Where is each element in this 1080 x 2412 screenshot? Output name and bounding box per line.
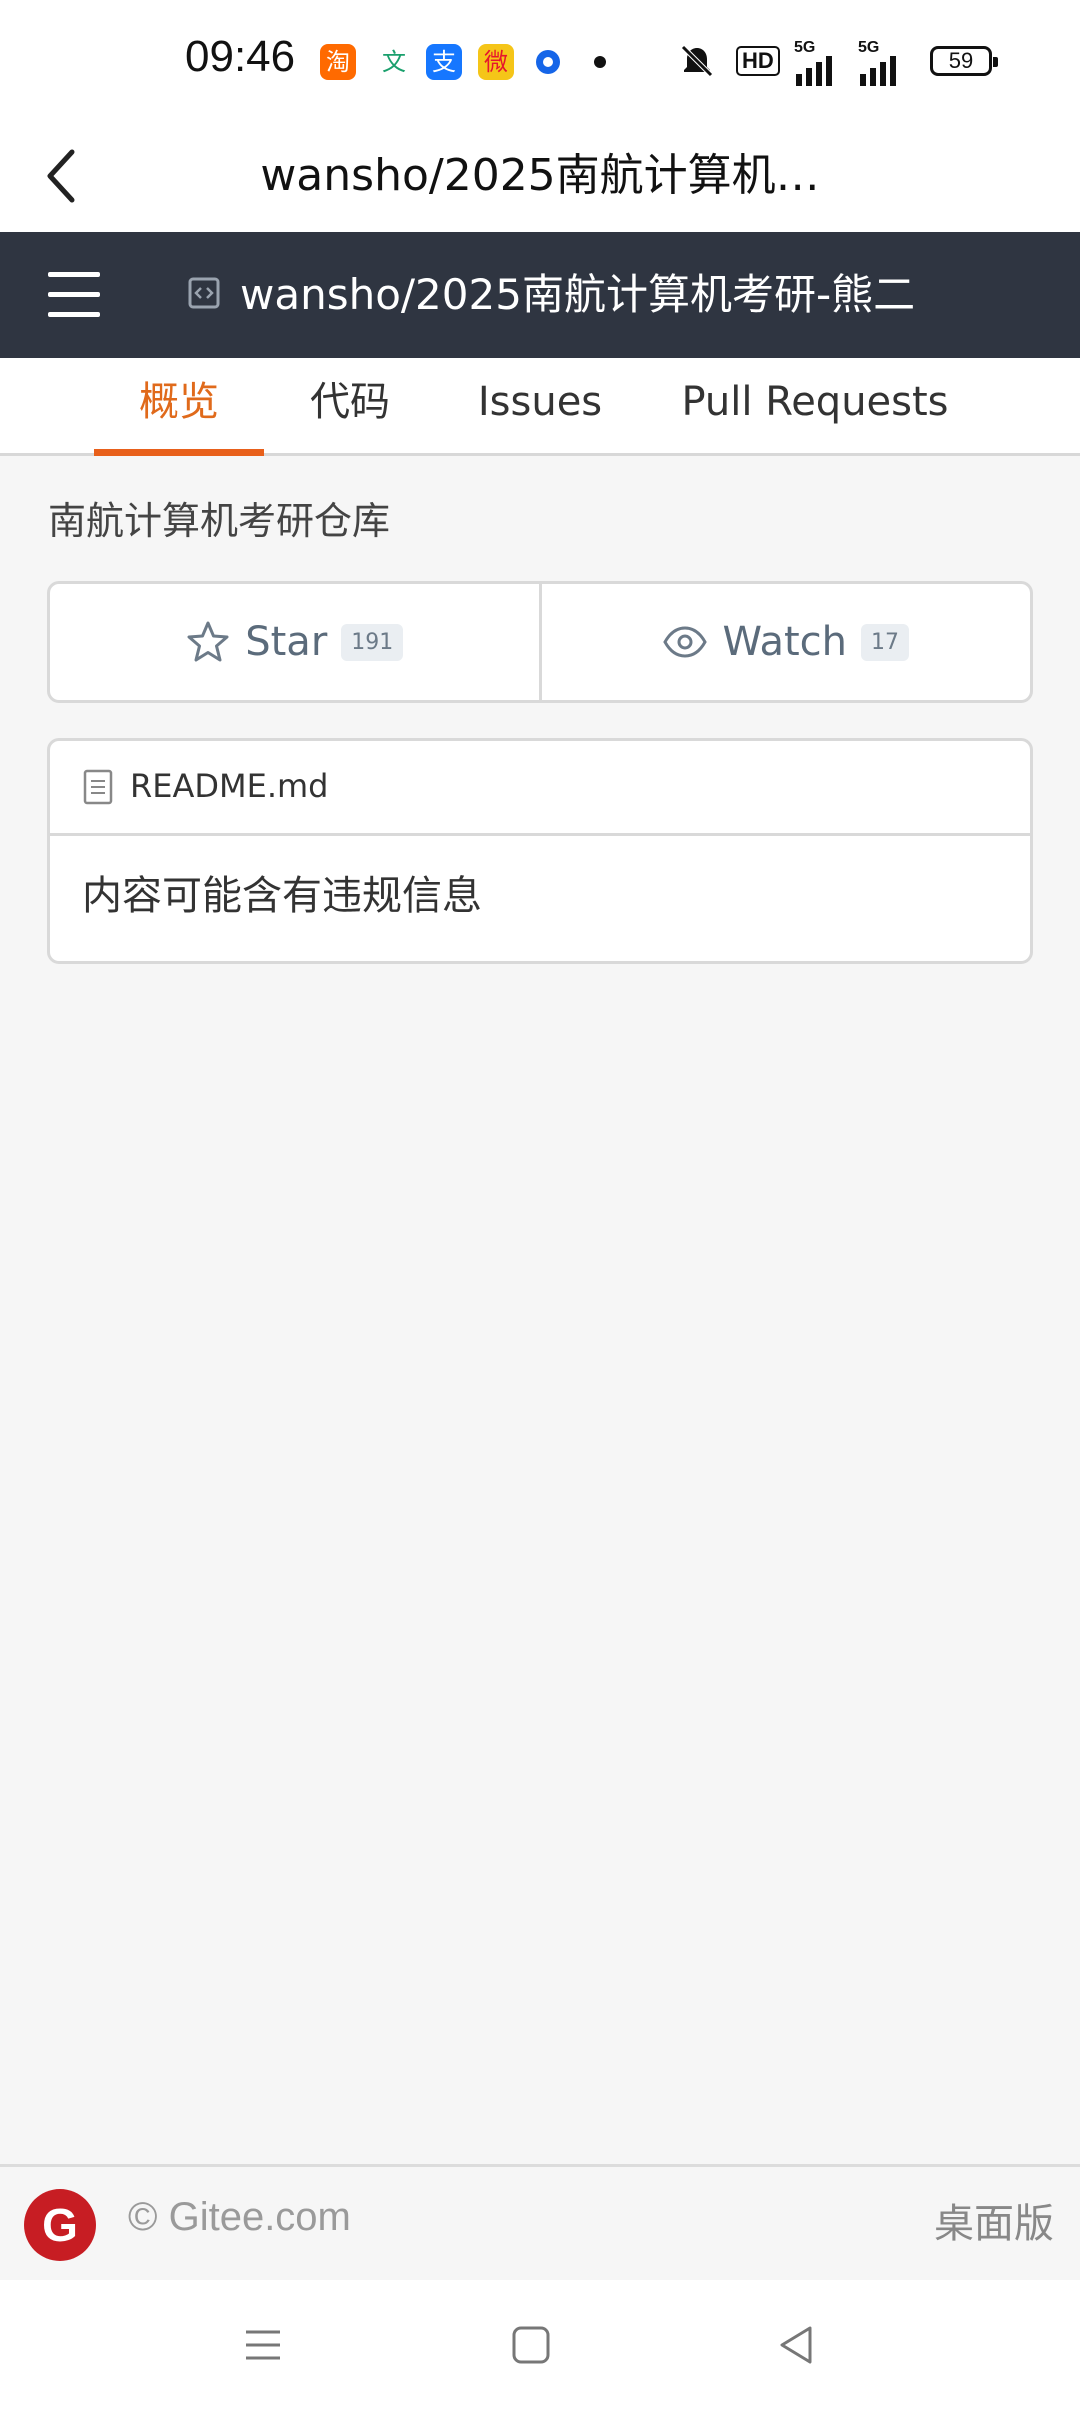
recent-apps-icon[interactable]	[238, 2320, 288, 2370]
hamburger-menu-icon[interactable]	[48, 272, 100, 318]
browser-icon	[530, 44, 566, 80]
mute-icon	[681, 45, 713, 77]
repo-code-icon	[188, 277, 220, 309]
readme-card: README.md 内容可能含有违规信息	[47, 738, 1033, 964]
star-watch-group: Star 191 Watch 17	[47, 581, 1033, 703]
weibo-icon: 微	[478, 44, 514, 80]
back-arrow-icon[interactable]	[32, 140, 104, 212]
hd-indicator: HD	[736, 46, 780, 76]
star-button[interactable]: Star 191	[50, 584, 539, 700]
signal-2: 5G	[858, 40, 902, 92]
copyright-text: © Gitee.com	[128, 2195, 351, 2239]
readme-filename[interactable]: README.md	[130, 761, 328, 811]
tab-pull-requests[interactable]: Pull Requests	[680, 358, 950, 453]
file-icon	[83, 769, 113, 805]
repo-header: wansho/2025南航计算机考研-熊二	[0, 232, 1080, 358]
star-label: Star	[245, 619, 328, 665]
site-footer: G © Gitee.com 桌面版	[0, 2164, 1080, 2280]
repo-title[interactable]: wansho/2025南航计算机考研-熊二	[240, 260, 915, 330]
repo-tabs: 概览 代码 Issues Pull Requests	[0, 358, 1080, 456]
taobao-icon: 淘	[320, 44, 356, 80]
signal-1: 5G	[794, 40, 838, 92]
tab-code[interactable]: 代码	[290, 358, 410, 453]
battery-icon: 59	[930, 46, 998, 76]
repo-description: 南航计算机考研仓库	[48, 499, 391, 543]
page-title: wansho/2025南航计算机…	[260, 150, 820, 201]
watch-count-badge: 17	[861, 623, 910, 661]
status-time: 09:46	[185, 32, 296, 81]
tab-overview[interactable]: 概览	[94, 358, 264, 456]
watch-label: Watch	[722, 619, 848, 665]
star-count-badge: 191	[341, 623, 404, 661]
watch-button[interactable]: Watch 17	[538, 584, 1031, 700]
star-icon	[187, 621, 229, 662]
translate-icon: 文	[376, 44, 412, 80]
status-bar: 09:46 淘 文 支 微 HD 5G 5G 59	[0, 0, 1080, 120]
readme-header: README.md	[50, 741, 1030, 836]
alipay-icon: 支	[426, 44, 462, 80]
back-icon[interactable]	[772, 2320, 822, 2370]
tab-issues[interactable]: Issues	[460, 358, 620, 453]
app-titlebar: wansho/2025南航计算机…	[0, 120, 1080, 232]
readme-content: 内容可能含有违规信息	[82, 873, 482, 919]
notification-dot	[594, 56, 606, 68]
home-icon[interactable]	[506, 2320, 556, 2370]
desktop-version-link[interactable]: 桌面版	[934, 2191, 1054, 2249]
eye-icon	[663, 626, 708, 658]
gitee-logo[interactable]: G	[24, 2189, 96, 2261]
system-nav-bar	[0, 2280, 1080, 2412]
